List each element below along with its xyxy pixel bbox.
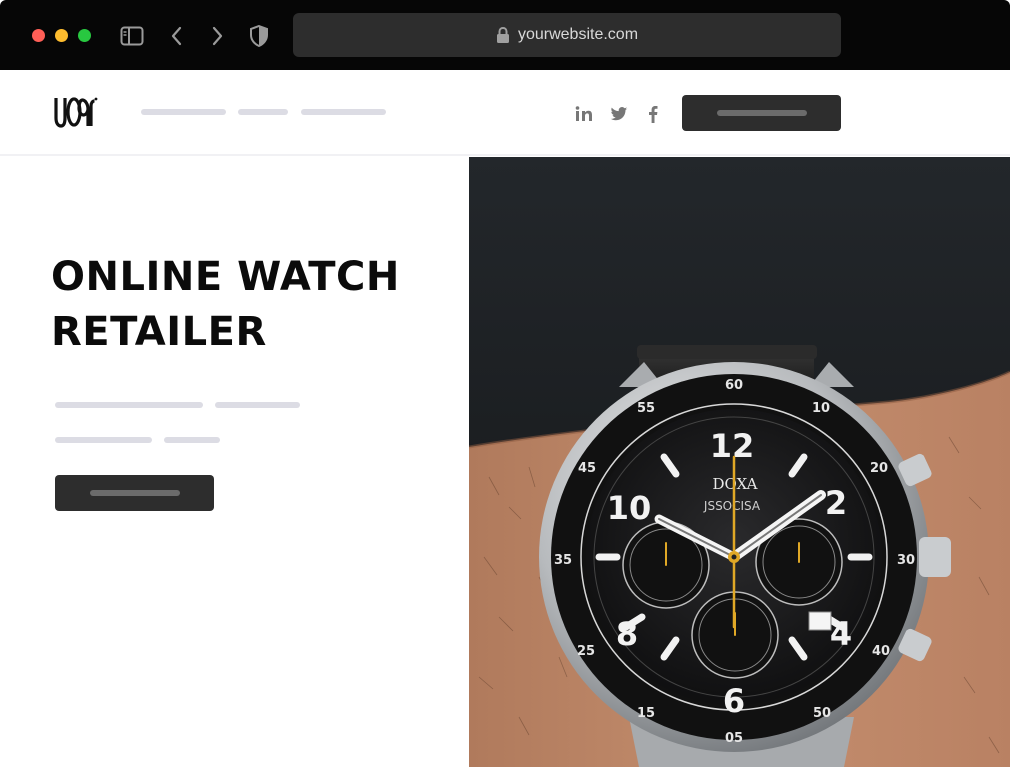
close-window-button[interactable] xyxy=(32,29,45,42)
watch-numeral-12: 12 xyxy=(710,427,755,465)
hero-title-line-2: RETAILER xyxy=(51,309,267,355)
maximize-window-button[interactable] xyxy=(78,29,91,42)
svg-text:35: 35 xyxy=(554,553,572,568)
back-icon[interactable] xyxy=(163,22,191,50)
svg-text:55: 55 xyxy=(637,401,655,416)
svg-text:40: 40 xyxy=(872,644,890,659)
shield-icon[interactable] xyxy=(245,22,273,50)
watch-numeral-4: 4 xyxy=(830,615,852,653)
hero-cta-button[interactable] xyxy=(55,475,214,511)
button-label-placeholder xyxy=(89,490,180,496)
svg-text:05: 05 xyxy=(725,731,743,746)
nav-link-placeholder[interactable] xyxy=(238,109,288,115)
site-header xyxy=(0,70,1010,156)
paragraph-line-placeholder xyxy=(215,402,300,408)
paragraph-line-placeholder xyxy=(164,437,220,443)
paragraph-line-placeholder xyxy=(55,402,203,408)
minimize-window-button[interactable] xyxy=(55,29,68,42)
svg-text:20: 20 xyxy=(870,461,888,476)
url-text: yourwebsite.com xyxy=(517,26,639,43)
facebook-icon[interactable] xyxy=(642,103,664,125)
svg-text:50: 50 xyxy=(813,706,831,721)
svg-text:15: 15 xyxy=(637,706,655,721)
site-logo[interactable] xyxy=(54,96,98,133)
watch-dial-text: JSSOCISA xyxy=(703,499,761,513)
forward-icon[interactable] xyxy=(203,22,231,50)
svg-text:60: 60 xyxy=(725,378,743,393)
watch-numeral-8: 8 xyxy=(616,615,638,653)
svg-text:25: 25 xyxy=(577,644,595,659)
header-cta-button[interactable] xyxy=(682,95,841,131)
hero-title-line-1: ONLINE WATCH xyxy=(51,254,400,300)
svg-text:30: 30 xyxy=(897,553,915,568)
linkedin-icon[interactable] xyxy=(573,103,595,125)
hero-title: ONLINE WATCH RETAILER xyxy=(51,250,451,360)
button-label-placeholder xyxy=(716,110,807,116)
watch-numeral-10: 10 xyxy=(607,489,652,527)
svg-text:10: 10 xyxy=(812,401,830,416)
twitter-icon[interactable] xyxy=(608,103,630,125)
hero-watch-image: 60 10 20 30 40 50 05 15 25 35 45 55 12 2… xyxy=(469,157,1010,767)
paragraph-line-placeholder xyxy=(55,437,152,443)
logo-icon xyxy=(54,97,98,128)
watch-numeral-6: 6 xyxy=(723,682,745,720)
nav-link-placeholder[interactable] xyxy=(141,109,226,115)
browser-toolbar: yourwebsite.com xyxy=(0,0,1010,70)
nav-link-placeholder[interactable] xyxy=(301,109,386,115)
watch-numeral-2: 2 xyxy=(825,484,847,522)
svg-text:45: 45 xyxy=(578,461,596,476)
address-bar[interactable]: yourwebsite.com xyxy=(293,13,841,57)
sidebar-icon[interactable] xyxy=(118,22,146,50)
lock-icon xyxy=(496,26,509,43)
